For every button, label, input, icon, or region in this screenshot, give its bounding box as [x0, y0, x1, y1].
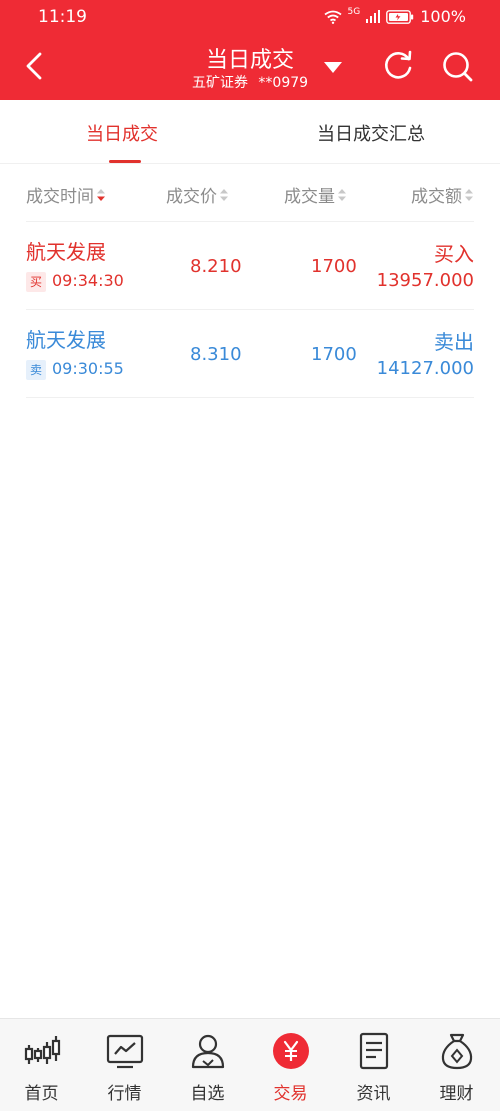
column-label: 成交时间: [26, 187, 94, 207]
chart-line-icon: [106, 1034, 144, 1069]
broker-name: 五矿证券: [191, 75, 248, 91]
trade-price: 8.310: [190, 344, 242, 365]
account-selector[interactable]: 五矿证券 **0979: [0, 72, 500, 92]
tab-daily-trades[interactable]: 当日成交: [86, 120, 158, 146]
triangle-down-icon[interactable]: [322, 58, 344, 76]
trade-direction: 买入: [434, 242, 474, 266]
table-header: 成交时间 成交价 成交量 成交额: [26, 176, 474, 222]
status-time: 11:19: [38, 7, 87, 27]
trade-quantity: 1700: [311, 256, 357, 277]
account-number: **0979: [258, 75, 309, 91]
column-label: 成交价: [166, 187, 217, 207]
tabbar-item-wealth[interactable]: 理财: [415, 1019, 498, 1111]
trade-quantity: 1700: [311, 344, 357, 365]
column-header-quantity[interactable]: 成交量: [284, 182, 347, 207]
tabbar-label: 行情: [107, 1084, 142, 1104]
navigation-bar: 当日成交 五矿证券 **0979: [0, 34, 500, 100]
sort-icon: [338, 188, 346, 201]
trade-price: 8.210: [190, 256, 242, 277]
tabbar-item-watchlist[interactable]: 自选: [166, 1019, 249, 1111]
tabbar-label: 理财: [439, 1084, 474, 1104]
active-tab-indicator: [109, 160, 141, 163]
status-icons: 5G 100%: [324, 7, 466, 26]
bottom-tab-bar: 首页 行情 自选 交易 资讯 理财: [0, 1018, 500, 1111]
document-icon: [359, 1032, 389, 1070]
trade-amount: 14127.000: [376, 358, 474, 379]
tabbar-label: 首页: [24, 1084, 59, 1104]
column-label: 成交量: [284, 187, 335, 207]
column-header-amount[interactable]: 成交额: [411, 182, 474, 207]
signal-icon: [366, 9, 381, 23]
trade-direction: 卖出: [434, 330, 474, 354]
tabbar-item-market[interactable]: 行情: [83, 1019, 166, 1111]
trade-amount: 13957.000: [376, 270, 474, 291]
tab-daily-trades-summary[interactable]: 当日成交汇总: [317, 120, 425, 146]
page-title: 当日成交: [205, 48, 294, 73]
stock-name: 航天发展: [26, 328, 106, 352]
user-icon: [191, 1034, 225, 1069]
table-row[interactable]: 航天发展 买 09:34:30 8.210 1700 买入 13957.000: [26, 222, 474, 310]
network-5g-icon: 5G: [347, 6, 361, 17]
sort-icon: [220, 188, 228, 201]
battery-percent: 100%: [420, 7, 466, 26]
table-row[interactable]: 航天发展 卖 09:30:55 8.310 1700 卖出 14127.000: [26, 310, 474, 398]
wifi-icon: [324, 10, 342, 24]
tabbar-label: 交易: [273, 1084, 308, 1104]
sell-tag: 卖: [26, 360, 46, 380]
trade-time: 09:34:30: [52, 271, 124, 290]
trade-time: 09:30:55: [52, 359, 124, 378]
battery-icon: [386, 9, 414, 24]
tabbar-item-news[interactable]: 资讯: [332, 1019, 415, 1111]
sort-icon: [465, 188, 473, 201]
yen-icon: [273, 1033, 309, 1069]
candlestick-icon: [24, 1036, 61, 1064]
tabbar-item-home[interactable]: 首页: [0, 1019, 83, 1111]
search-icon[interactable]: [439, 48, 477, 86]
money-bag-icon: [441, 1033, 473, 1070]
tab-strip: 当日成交 当日成交汇总: [0, 100, 500, 164]
refresh-icon[interactable]: [381, 48, 417, 84]
sort-desc-icon: [97, 188, 105, 201]
column-label: 成交额: [411, 187, 462, 207]
tabbar-item-trade[interactable]: 交易: [249, 1019, 332, 1111]
tabbar-label: 资讯: [356, 1084, 391, 1104]
column-header-price[interactable]: 成交价: [166, 182, 229, 207]
buy-tag: 买: [26, 272, 46, 292]
stock-name: 航天发展: [26, 240, 106, 264]
tabbar-label: 自选: [190, 1084, 225, 1104]
status-bar: 11:19 5G 100%: [0, 0, 500, 34]
column-header-trade-time[interactable]: 成交时间: [26, 182, 106, 207]
